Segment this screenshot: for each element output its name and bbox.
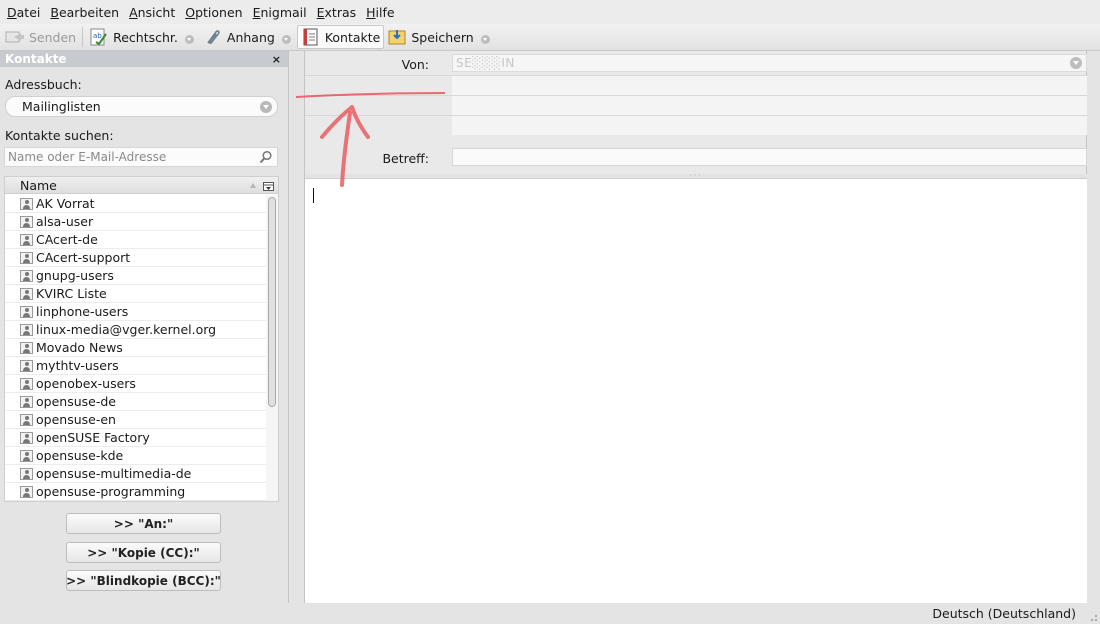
menu-hilfe[interactable]: Hilfe (362, 5, 398, 20)
spellcheck-button[interactable]: ab Rechtschr. (86, 25, 181, 49)
text-cursor (313, 188, 314, 203)
paperclip-icon (203, 27, 223, 47)
contact-card-icon (20, 467, 33, 480)
send-button[interactable]: Senden (2, 25, 79, 49)
subject-field-wrap (305, 148, 1087, 168)
spellcheck-language[interactable]: Deutsch (Deutschland) (932, 606, 1076, 621)
list-item[interactable]: openobex-users (5, 375, 266, 393)
menu-bar: Datei Bearbeiten Ansicht Optionen Enigma… (0, 0, 1100, 24)
contact-card-icon (20, 485, 33, 498)
save-dropdown-icon[interactable] (480, 34, 490, 44)
contact-card-icon (20, 305, 33, 318)
scrollbar-thumb[interactable] (268, 197, 276, 407)
list-item[interactable]: mythtv-users (5, 357, 266, 375)
save-icon (387, 27, 407, 47)
recipient-input[interactable] (452, 76, 1087, 95)
spellcheck-icon: ab (89, 27, 109, 47)
add-to-button[interactable]: >> "An:" (66, 513, 221, 534)
list-item[interactable]: linphone-users (5, 303, 266, 321)
chevron-down-icon (260, 101, 272, 113)
list-item[interactable]: openSUSE Factory (5, 429, 266, 447)
list-item[interactable]: opensuse-en (5, 411, 266, 429)
list-item[interactable]: AK Vorrat (5, 195, 266, 213)
menu-optionen[interactable]: Optionen (181, 5, 246, 20)
compose-pane: Von: SE░░░IN Betreff: ··· (304, 51, 1087, 603)
contact-card-icon (20, 341, 33, 354)
sidebar-title: Kontakte (5, 52, 67, 66)
contacts-list[interactable]: Name AK Vorrat alsa-user CAcert-de CAcer… (4, 176, 279, 502)
recipient-type-cell[interactable] (305, 96, 452, 115)
recipient-type-cell[interactable] (305, 116, 452, 135)
menu-enigmail[interactable]: Enigmail (249, 5, 311, 20)
contact-card-icon (20, 233, 33, 246)
column-header-name[interactable]: Name (5, 177, 278, 194)
sort-ascending-icon (250, 183, 256, 188)
contact-card-icon (20, 251, 33, 264)
menu-bearbeiten[interactable]: Bearbeiten (46, 5, 123, 20)
sidebar-header: Kontakte × (0, 51, 288, 67)
recipient-type-cell[interactable] (305, 76, 452, 95)
address-book-icon (301, 27, 321, 47)
search-label: Kontakte suchen: (5, 128, 114, 143)
contact-card-icon (20, 449, 33, 462)
column-picker-icon[interactable] (263, 180, 274, 195)
sidebar-close-button[interactable]: × (272, 53, 281, 66)
addressbook-select[interactable]: Mailinglisten (5, 96, 278, 117)
contact-card-icon (20, 413, 33, 426)
contact-card-icon (20, 215, 33, 228)
contact-card-icon (20, 323, 33, 336)
svg-text:ab: ab (93, 32, 102, 40)
list-item[interactable]: CAcert-support (5, 249, 266, 267)
contact-card-icon (20, 395, 33, 408)
list-item[interactable]: opensuse-de (5, 393, 266, 411)
recipient-input[interactable] (452, 116, 1087, 135)
chevron-down-icon (1070, 57, 1082, 69)
recipient-row (305, 115, 1087, 135)
menu-ansicht[interactable]: Ansicht (125, 5, 179, 20)
list-item[interactable]: KVIRC Liste (5, 285, 266, 303)
status-bar: Deutsch (Deutschland) (0, 603, 1100, 624)
list-item[interactable]: linux-media@vger.kernel.org (5, 321, 266, 339)
contact-card-icon (20, 269, 33, 282)
search-icon[interactable] (259, 150, 273, 167)
recipient-row (305, 95, 1087, 115)
attach-dropdown-icon[interactable] (281, 34, 291, 44)
menu-datei[interactable]: Datei (3, 5, 44, 20)
list-item[interactable]: CAcert-de (5, 231, 266, 249)
addressbook-label: Adressbuch: (5, 77, 82, 92)
contact-card-icon (20, 287, 33, 300)
list-item[interactable]: opensuse-multimedia-de (5, 465, 266, 483)
toolbar-separator (82, 27, 84, 47)
list-item[interactable]: opensuse-programming (5, 483, 266, 501)
recipient-row (305, 75, 1087, 95)
contact-card-icon (20, 197, 33, 210)
subject-input[interactable] (452, 148, 1087, 166)
recipient-input[interactable] (452, 96, 1087, 115)
attach-button[interactable]: Anhang (200, 25, 278, 49)
add-bcc-button[interactable]: >> "Blindkopie (BCC):" (66, 570, 221, 591)
contact-card-icon (20, 359, 33, 372)
contact-card-icon (20, 431, 33, 444)
list-item[interactable]: opensuse-kde (5, 447, 266, 465)
menu-extras[interactable]: Extras (313, 5, 361, 20)
list-item[interactable]: gnupg-users (5, 267, 266, 285)
list-item[interactable]: Movado News (5, 339, 266, 357)
from-select[interactable]: SE░░░IN (452, 54, 1087, 72)
contacts-scrollbar[interactable] (266, 195, 278, 501)
save-button[interactable]: Speichern (384, 25, 476, 49)
contact-card-icon (20, 377, 33, 390)
message-body-editor[interactable] (305, 178, 1087, 603)
contacts-sidebar: Kontakte × Adressbuch: Mailinglisten Kon… (0, 51, 289, 603)
send-icon (5, 27, 25, 47)
list-item[interactable]: alsa-user (5, 213, 266, 231)
spellcheck-dropdown-icon[interactable] (184, 34, 194, 44)
resize-grip-icon[interactable] (1086, 610, 1098, 622)
contact-search-input[interactable]: Name oder E-Mail-Adresse (4, 147, 278, 167)
contacts-rows: AK Vorrat alsa-user CAcert-de CAcert-sup… (5, 195, 266, 501)
contacts-button[interactable]: Kontakte (296, 25, 385, 49)
add-cc-button[interactable]: >> "Kopie (CC):" (66, 542, 221, 563)
from-label: Von: (401, 56, 429, 72)
compose-toolbar: Senden ab Rechtschr. Anhang Kontakte Spe… (0, 24, 1100, 51)
